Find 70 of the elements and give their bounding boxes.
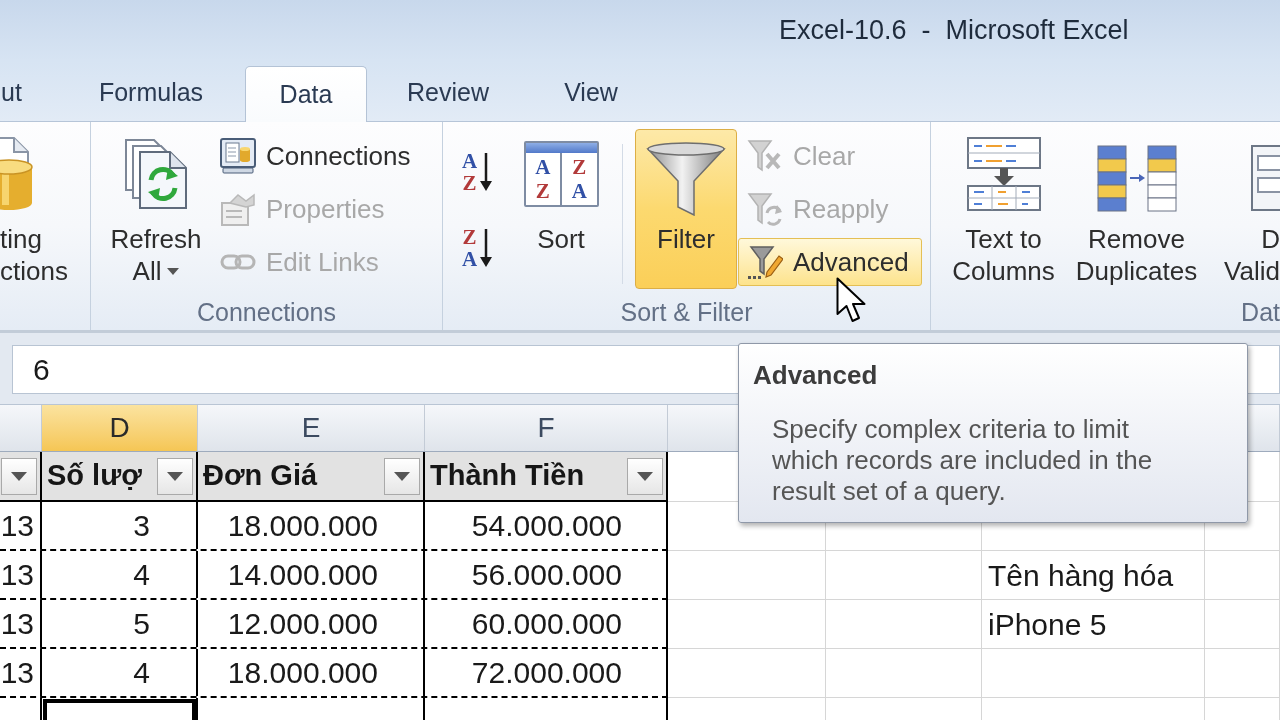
filter-dropdown-button[interactable]: [157, 457, 193, 495]
table-cell: 13: [0, 502, 42, 549]
chain-link-icon: [220, 252, 256, 272]
dropdown-arrow-icon: [394, 471, 410, 481]
table-cell: 18.000.000: [198, 649, 425, 696]
refresh-all-button[interactable]: Refresh All: [105, 122, 207, 294]
column-header[interactable]: E: [198, 405, 425, 451]
table-cell: 3: [42, 502, 198, 549]
dropdown-arrow-icon: [11, 471, 27, 481]
column-header[interactable]: D: [42, 405, 198, 451]
ribbon-tab[interactable]: ut: [0, 65, 45, 121]
table-cell: 18.000.000: [198, 502, 425, 549]
column-header[interactable]: F: [425, 405, 668, 451]
remove-duplicates-icon: [1095, 144, 1178, 212]
connections-button[interactable]: Connections: [218, 132, 418, 180]
text-to-columns-button[interactable]: Text to Columns: [945, 122, 1062, 294]
ribbon-tab[interactable]: Review: [398, 65, 498, 121]
table-cell: 4: [42, 649, 198, 696]
arrow-down-icon: [480, 229, 493, 267]
data-validation-button[interactable]: D Valid: [1212, 122, 1280, 294]
filter-button[interactable]: Filter: [635, 129, 737, 289]
column-title: Số lượ: [47, 458, 142, 494]
window-title: Excel-10.6 - Microsoft Excel: [779, 14, 1129, 48]
existing-connections-button[interactable]: ting ctions: [0, 122, 68, 294]
connections-icon: [220, 138, 256, 174]
remove-duplicates-button[interactable]: Remove Duplicates: [1068, 122, 1205, 294]
table-cell: 13: [0, 551, 42, 598]
ribbon-tab[interactable]: View: [551, 65, 631, 121]
text-split-columns-icon: [965, 136, 1042, 212]
refresh-documents-icon: [124, 138, 188, 210]
arrow-down-icon: [480, 153, 493, 191]
mouse-pointer-icon: [836, 277, 866, 323]
column-title: Thành Tiền: [430, 458, 585, 494]
funnel-icon: [646, 141, 726, 216]
filter-dropdown-button[interactable]: [627, 457, 663, 495]
table-cell: 54.000.000: [425, 502, 668, 549]
table-cell: 56.000.000: [425, 551, 668, 598]
table-cell: 13: [0, 649, 42, 696]
group-label: Connections: [197, 298, 336, 326]
ribbon-tab[interactable]: Formulas: [86, 65, 216, 121]
sort-ascending-button[interactable]: A Z: [462, 147, 502, 197]
advanced-button[interactable]: Advanced: [738, 238, 922, 286]
tooltip-title: Advanced: [753, 359, 878, 391]
table-cell: 4: [42, 551, 198, 598]
dropdown-arrow-icon: [637, 471, 653, 481]
tooltip-description: Specify complex criteria to limit which records are included in the result set of a query.: [772, 414, 1154, 507]
table-cell: 72.000.000: [425, 649, 668, 696]
document-database-icon: [0, 137, 36, 211]
funnel-cross-icon: [747, 138, 783, 174]
column-title: Đơn Giá: [203, 458, 318, 494]
data-validation-icon: [1250, 144, 1280, 212]
table-cell: 14.000.000: [198, 551, 425, 598]
table-cell: 5: [42, 600, 198, 647]
sort-button[interactable]: A Z Z A Sort: [519, 122, 603, 294]
funnel-pencil-icon: [747, 244, 783, 280]
dropdown-arrow-icon: [167, 471, 183, 481]
ribbon-tab[interactable]: Data: [245, 66, 367, 122]
table-cell: Tên hàng hóa: [982, 551, 1205, 600]
table-cell: 60.000.000: [425, 600, 668, 647]
properties-icon: [220, 191, 256, 227]
table-cell: iPhone 5: [982, 600, 1205, 649]
group-label: Sort & Filter: [620, 298, 753, 326]
funnel-arrows-icon: [747, 191, 783, 227]
sort-letters-tile: A Z Z A: [523, 141, 599, 207]
group-label: Dat: [1241, 298, 1280, 326]
sort-descending-button[interactable]: Z A: [462, 223, 502, 273]
filter-dropdown-button[interactable]: [384, 457, 420, 495]
caret-icon: [167, 267, 180, 275]
table-cell: 12.000.000: [198, 600, 425, 647]
table-cell: 13: [0, 600, 42, 647]
